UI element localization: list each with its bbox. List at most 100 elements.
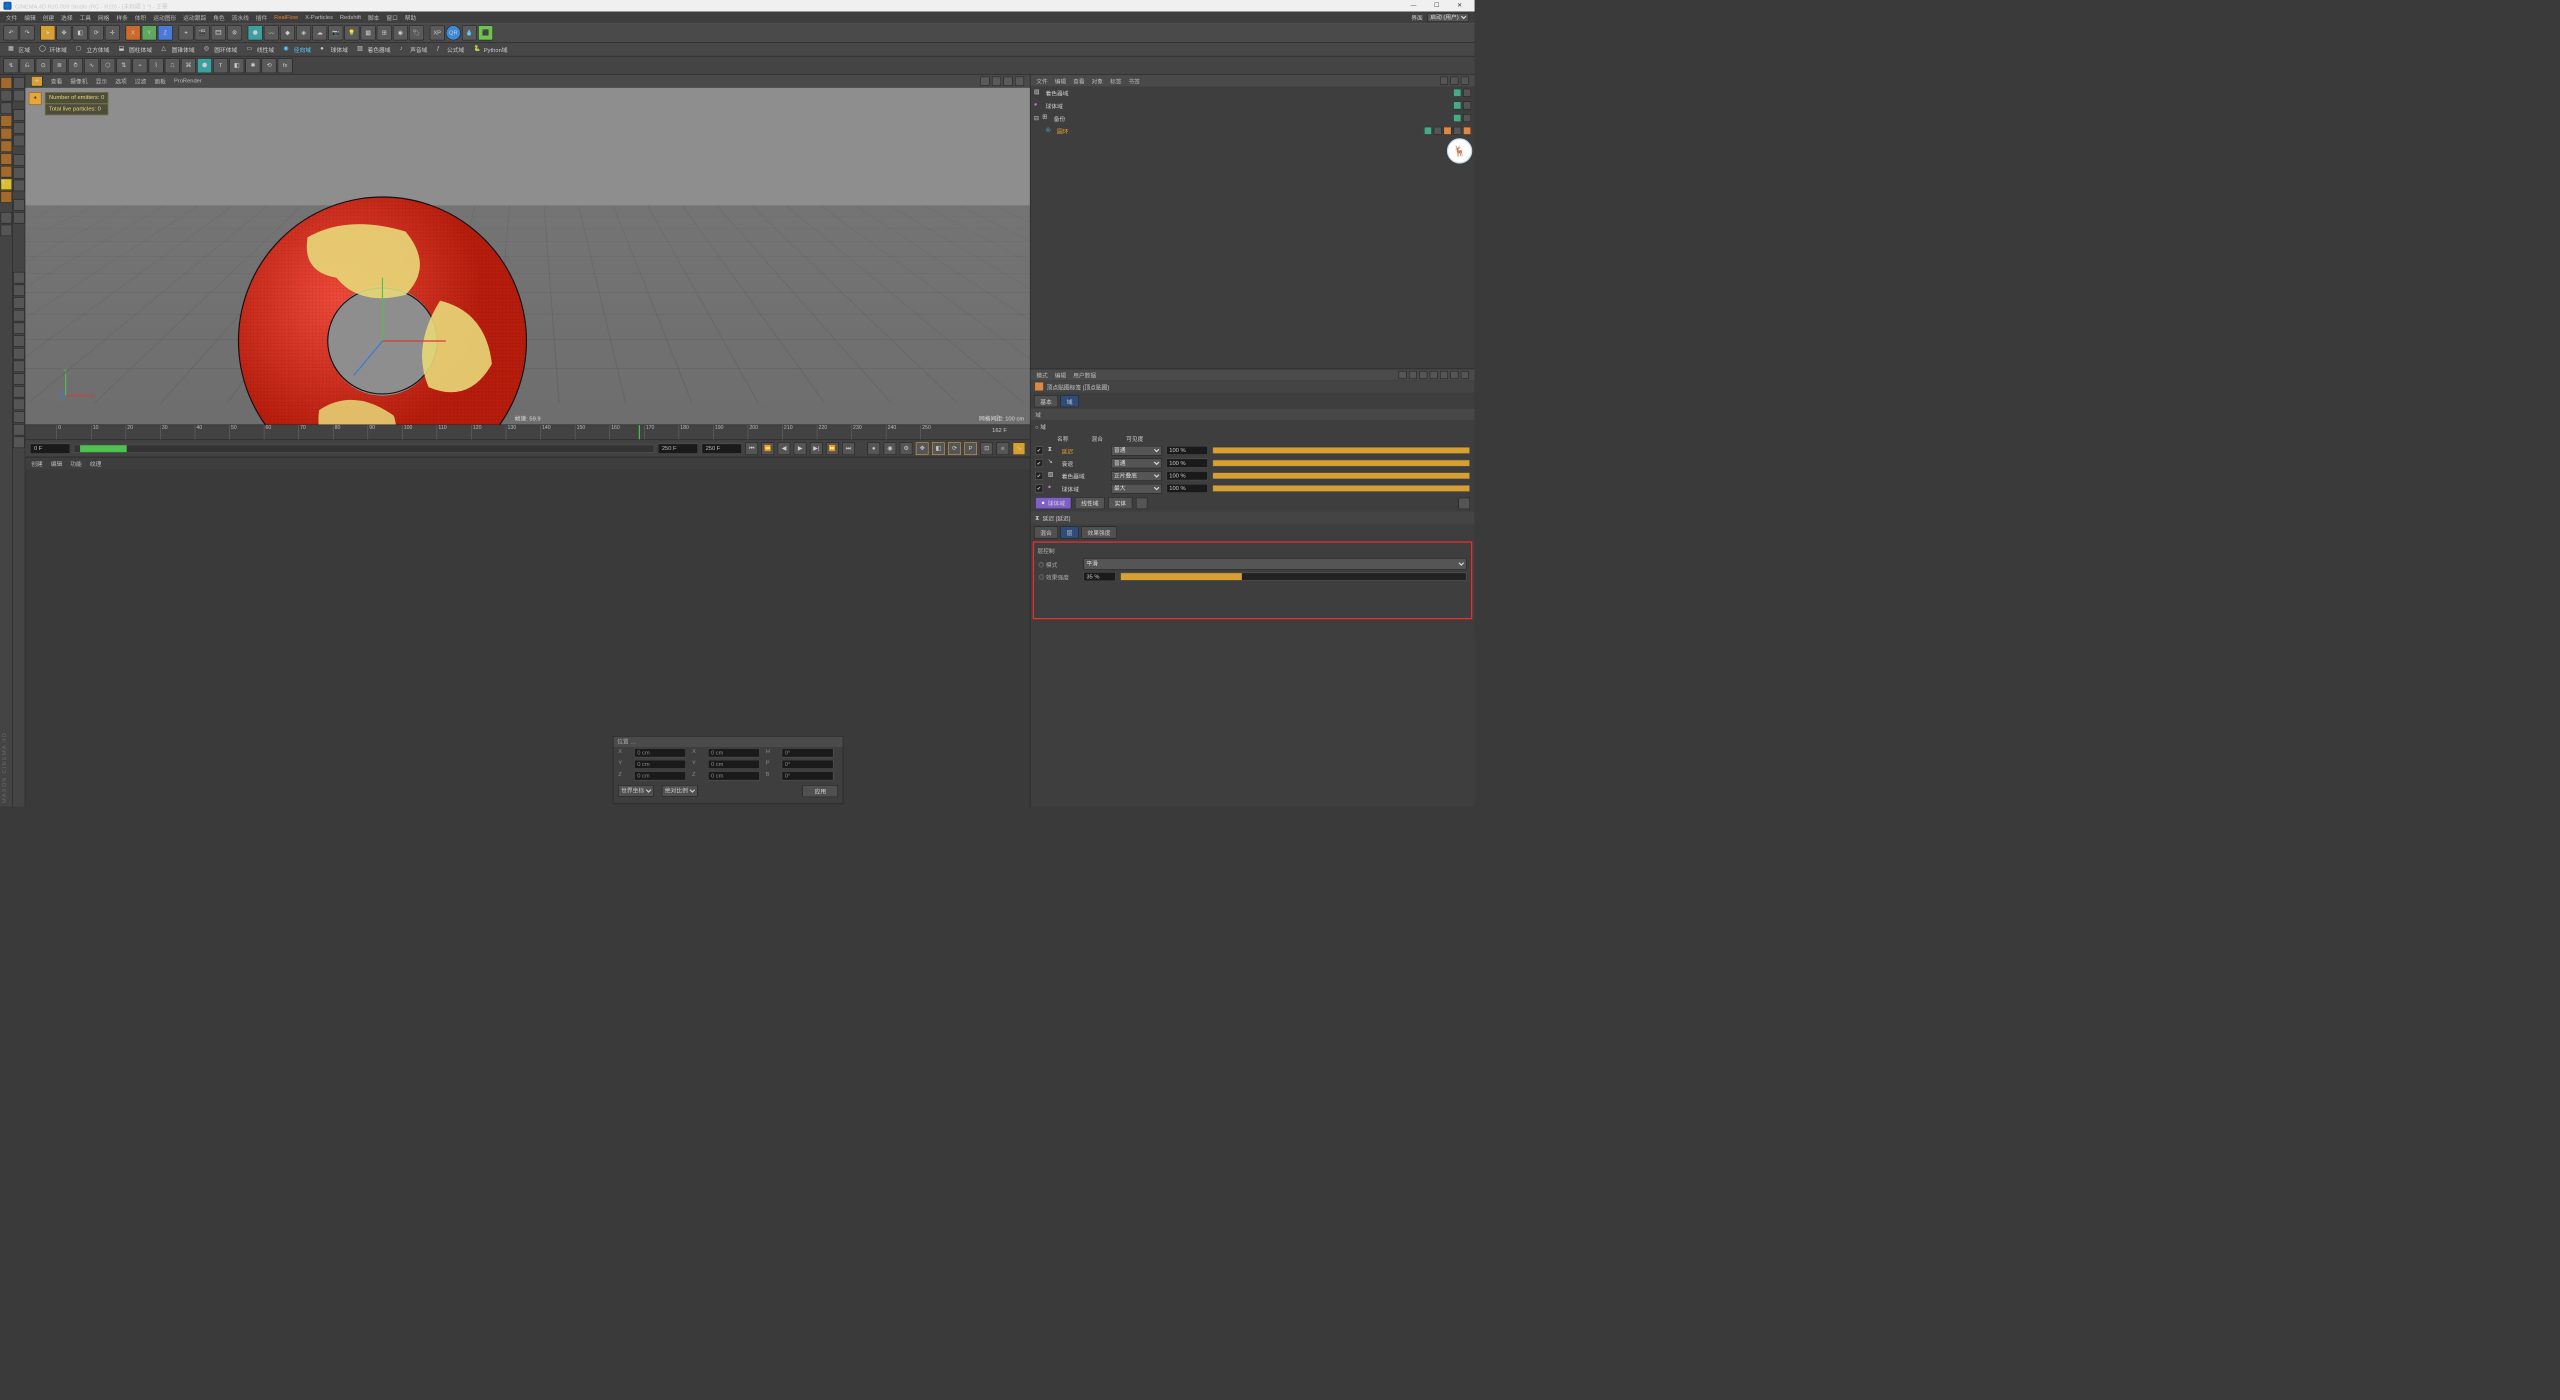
snap-opt-icon[interactable] <box>13 90 25 102</box>
snap-opt-icon[interactable] <box>13 272 25 284</box>
palette-icon[interactable] <box>0 225 12 237</box>
snap-opt-icon[interactable] <box>13 399 25 411</box>
mod-btn[interactable]: ⎌ <box>20 58 35 73</box>
timeline-playhead[interactable] <box>639 425 640 439</box>
add-generator-button[interactable]: ◆ <box>280 25 295 40</box>
viewport-add-icon[interactable]: + <box>29 92 42 105</box>
snap-opt-icon[interactable] <box>13 348 25 360</box>
fields-menu-icon[interactable] <box>1458 497 1470 509</box>
field-item[interactable]: ▨着色器域 <box>354 44 394 55</box>
enable-checkbox[interactable] <box>1035 484 1043 492</box>
menu-create[interactable]: 创建 <box>43 13 55 22</box>
add-solid-button[interactable]: 实体 <box>1108 497 1132 509</box>
rotate-tool[interactable]: ⟳ <box>89 25 104 40</box>
param-key-button[interactable]: P <box>964 442 977 455</box>
mod-btn[interactable]: ⥁ <box>68 58 83 73</box>
tree-row-shader-field[interactable]: ▨ 着色器域 <box>1030 86 1474 99</box>
snap-opt-icon[interactable] <box>13 122 25 134</box>
viewport-menu-options[interactable]: 选项 <box>115 77 127 86</box>
fcurve-button[interactable]: ∿ <box>1013 442 1026 455</box>
expand-icon[interactable]: ⊟ <box>1034 115 1039 121</box>
pos-key-button[interactable]: ✥ <box>916 442 929 455</box>
palette-icon[interactable] <box>0 212 12 224</box>
add-camera-button[interactable]: 📷 <box>328 25 343 40</box>
mod-btn[interactable]: ⎍ <box>165 58 180 73</box>
render-settings-button[interactable]: ⚙ <box>227 25 242 40</box>
tree-row-sphere-field[interactable]: ● 球体域 <box>1030 99 1474 112</box>
field-item[interactable]: ▦区域 <box>5 44 34 55</box>
coords-toggle[interactable]: ⌖ <box>179 25 194 40</box>
redo-button[interactable]: ↷ <box>20 25 35 40</box>
menu-tools[interactable]: 工具 <box>79 13 91 22</box>
viewport-menu-view[interactable]: 查看 <box>51 77 63 86</box>
visibility-slider[interactable] <box>1212 485 1469 492</box>
add-tag-button[interactable]: 🏷 <box>409 25 424 40</box>
window-minimize-button[interactable]: — <box>1402 0 1425 12</box>
pos-y-field[interactable] <box>634 760 686 769</box>
mod-btn[interactable]: ↯ <box>3 58 18 73</box>
tab-basic[interactable]: 基本 <box>1034 395 1058 407</box>
field-row-shader[interactable]: ▨ 着色器域 正片叠底 <box>1030 469 1474 482</box>
effect-strength-slider[interactable] <box>1120 573 1466 581</box>
mod-btn[interactable]: ✱ <box>245 58 260 73</box>
move-tool[interactable]: ✥ <box>56 25 71 40</box>
mod-btn[interactable]: ∿ <box>84 58 99 73</box>
blend-mode-select[interactable]: 正片叠底 <box>1111 471 1162 481</box>
field-item[interactable]: ◎圆环体域 <box>200 44 240 55</box>
object-manager-tree[interactable]: ▨ 着色器域 ● 球体域 ⊟ ⊞ 备份 ◎ 圆环 <box>1030 86 1474 368</box>
lower-tab[interactable]: 功能 <box>70 459 82 468</box>
goto-start-button[interactable]: ⏮ <box>745 442 758 455</box>
mod-btn[interactable]: ⇅ <box>116 58 131 73</box>
blend-mode-select[interactable]: 普通 <box>1111 446 1162 456</box>
lower-tab[interactable]: 创建 <box>31 459 43 468</box>
enable-checkbox[interactable] <box>1035 446 1043 454</box>
snap-opt-icon[interactable] <box>13 297 25 309</box>
viewport-axis-icon[interactable]: ✛ <box>31 76 43 86</box>
snap-opt-icon[interactable] <box>13 167 25 179</box>
vertexmap-tag-icon[interactable] <box>1443 127 1451 135</box>
tab-fields[interactable]: 域 <box>1060 395 1078 407</box>
visibility-field[interactable] <box>1166 471 1207 480</box>
undo-button[interactable]: ↶ <box>3 25 18 40</box>
field-item[interactable]: ◯环体域 <box>36 44 71 55</box>
keyopt-button[interactable]: ⚙ <box>900 442 913 455</box>
menu-pipeline[interactable]: 流水线 <box>232 13 249 22</box>
add-sphere-field-button[interactable]: ●球体域 <box>1035 497 1071 509</box>
size-x-field[interactable] <box>708 748 760 757</box>
enable-tag-icon[interactable] <box>1463 114 1471 122</box>
pos-x-field[interactable] <box>634 748 686 757</box>
menu-script[interactable]: 脚本 <box>368 13 380 22</box>
attr-menu-icon[interactable] <box>1461 371 1469 379</box>
prev-frame-button[interactable]: ◀ <box>778 442 791 455</box>
goto-end-button[interactable]: ⏭ <box>842 442 855 455</box>
phong-tag-icon[interactable] <box>1453 127 1461 135</box>
next-key-button[interactable]: ⏩ <box>826 442 839 455</box>
snap-opt-icon[interactable] <box>13 361 25 373</box>
add-environment-button[interactable]: ☁ <box>312 25 327 40</box>
snap-opt-icon[interactable] <box>13 424 25 436</box>
axis-y-toggle[interactable]: Y <box>142 25 157 40</box>
snap-opt-icon[interactable] <box>13 373 25 385</box>
snap-opt-icon[interactable] <box>13 411 25 423</box>
rot-h-field[interactable] <box>782 748 834 757</box>
tab-layer[interactable]: 层 <box>1060 526 1078 538</box>
add-object-button[interactable]: ⬣ <box>248 25 263 40</box>
window-maximize-button[interactable]: ☐ <box>1425 0 1448 12</box>
size-z-field[interactable] <box>708 771 760 780</box>
menu-file[interactable]: 文件 <box>6 13 18 22</box>
attr-lock-icon[interactable] <box>1430 371 1438 379</box>
axis-mode-icon[interactable] <box>0 166 12 178</box>
attr-up-icon[interactable] <box>1419 371 1427 379</box>
add-spline-button[interactable]: 〰 <box>264 25 279 40</box>
tree-row-cloner[interactable]: ⊟ ⊞ 备份 <box>1030 112 1474 125</box>
workplane-icon[interactable] <box>0 103 12 115</box>
visibility-slider[interactable] <box>1212 472 1469 479</box>
lower-tab[interactable]: 纹理 <box>90 459 102 468</box>
range-end-field[interactable] <box>658 443 698 453</box>
add-light-button[interactable]: 💡 <box>344 25 359 40</box>
snap-opt-icon[interactable] <box>13 154 25 166</box>
qr-button[interactable]: QR <box>446 25 461 40</box>
snap-opt-icon[interactable] <box>13 199 25 211</box>
field-item[interactable]: ⬓圆柱体域 <box>115 44 155 55</box>
rf-button[interactable]: 💧 <box>462 25 477 40</box>
